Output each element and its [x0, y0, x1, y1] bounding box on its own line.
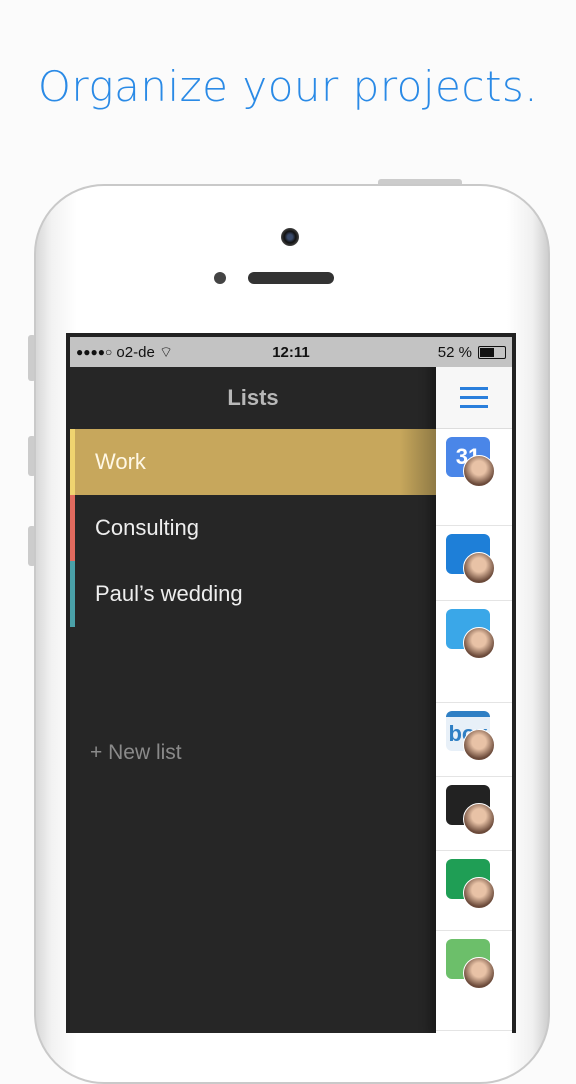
- service-item[interactable]: [436, 851, 512, 931]
- avatar: [463, 455, 495, 487]
- speaker: [248, 272, 334, 284]
- wifi-icon: ⌔: [158, 343, 174, 361]
- carrier: o2-de: [116, 343, 155, 361]
- new-list-button[interactable]: + New list: [90, 741, 182, 765]
- service-item[interactable]: [436, 601, 512, 703]
- avatar: [463, 803, 495, 835]
- avatar: [463, 552, 495, 584]
- avatar: [463, 877, 495, 909]
- service-item[interactable]: [436, 526, 512, 601]
- signal-icon: ●●●●○: [76, 345, 113, 359]
- screen: 31 box ●●●●○ o2-de ⌔ 12:11 52 % Lists Wor…: [66, 333, 516, 1033]
- service-item[interactable]: box: [436, 703, 512, 777]
- lists: Work Consulting Paul’s wedding + New lis…: [70, 429, 436, 764]
- service-item[interactable]: 31: [436, 429, 512, 526]
- battery-percent: 52 %: [437, 343, 472, 361]
- hamburger-icon: [460, 387, 488, 390]
- page-title: Lists: [227, 385, 279, 410]
- services-panel: 31 box: [436, 337, 512, 1033]
- service-item[interactable]: [436, 777, 512, 851]
- menu-button[interactable]: [436, 367, 512, 429]
- avatar: [463, 957, 495, 989]
- sensor: [214, 272, 226, 284]
- avatar: [463, 627, 495, 659]
- status-bar: ●●●●○ o2-de ⌔ 12:11 52 %: [70, 337, 512, 367]
- list-item-pauls-wedding[interactable]: Paul’s wedding: [70, 561, 436, 627]
- list-item-work[interactable]: Work: [70, 429, 436, 495]
- avatar: [463, 729, 495, 761]
- battery-icon: [478, 345, 506, 359]
- service-item[interactable]: [436, 931, 512, 1031]
- camera: [281, 228, 299, 246]
- headline: Organize your projects.: [37, 62, 539, 111]
- list-item-consulting[interactable]: Consulting: [70, 495, 436, 561]
